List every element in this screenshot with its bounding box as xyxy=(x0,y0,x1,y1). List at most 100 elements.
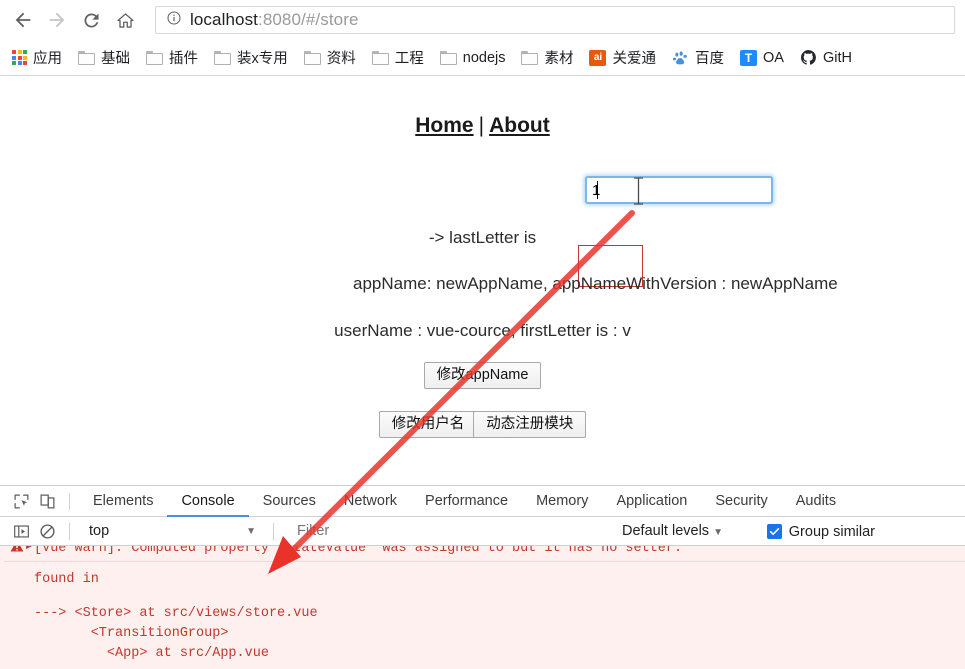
toolbar-divider xyxy=(69,522,70,540)
state-value-input[interactable] xyxy=(585,176,773,204)
register-module-button[interactable]: 动态注册模块 xyxy=(473,411,587,438)
console-component-trace: ---> <Store> at src/views/store.vue <Tra… xyxy=(34,606,318,661)
console-message-detail: found in ---> <Store> at src/views/store… xyxy=(4,570,965,664)
folder-icon xyxy=(303,50,321,65)
bookmark-label: nodejs xyxy=(462,49,506,66)
bookmark-label: 百度 xyxy=(694,51,724,67)
bookmark-label: 资料 xyxy=(326,51,356,67)
reload-icon xyxy=(81,10,102,31)
toolbar-divider xyxy=(69,492,70,510)
chevron-down-icon: ▼ xyxy=(713,527,723,538)
bookmark-baidu[interactable]: 百度 xyxy=(672,47,724,68)
tab-sources[interactable]: Sources xyxy=(249,486,330,517)
home-icon xyxy=(115,10,136,31)
toolbar-divider xyxy=(273,522,274,540)
console-warning-text: [Vue warn]: Computed property "stateValu… xyxy=(34,546,683,556)
console-found-in-text: found in xyxy=(34,572,99,587)
url-host: localhost xyxy=(190,10,258,29)
console-message-warning[interactable]: ▶ [Vue warn]: Computed property "stateVa… xyxy=(4,546,965,562)
text-caret xyxy=(597,181,598,199)
forward-button[interactable] xyxy=(40,3,74,37)
tab-performance[interactable]: Performance xyxy=(411,486,522,517)
bookmark-apps[interactable]: 应用 xyxy=(12,47,62,68)
url-path: :8080/#/store xyxy=(258,10,359,29)
inspect-element-icon[interactable] xyxy=(8,489,34,513)
chevron-down-icon: ▼ xyxy=(246,525,256,537)
home-button[interactable] xyxy=(108,3,142,37)
checkbox-checked-icon xyxy=(766,524,782,539)
bookmark-folder-zhuangx[interactable]: 装x专用 xyxy=(214,47,288,68)
bookmark-github[interactable]: GitH xyxy=(800,49,852,66)
bookmark-label: 素材 xyxy=(544,51,574,67)
bookmark-label: 插件 xyxy=(169,51,198,67)
tab-network[interactable]: Network xyxy=(330,486,411,517)
folder-icon xyxy=(521,50,539,65)
folder-icon xyxy=(214,50,231,65)
bookmark-folder-nodejs[interactable]: nodejs xyxy=(439,49,506,66)
bookmark-folder-chajian[interactable]: 插件 xyxy=(146,47,198,68)
bookmark-folder-jichu[interactable]: 基础 xyxy=(78,47,130,68)
console-sidebar-icon[interactable] xyxy=(8,519,34,543)
folder-icon xyxy=(146,50,163,65)
console-toolbar: top ▼ Default levels ▼ Group similar xyxy=(0,517,965,546)
group-similar-toggle[interactable]: Group similar xyxy=(766,517,875,546)
device-toolbar-icon[interactable] xyxy=(34,489,60,513)
browser-chrome: localhost:8080/#/store 应用 基础 插件 装x专用 资料 … xyxy=(0,0,965,76)
nav-separator: | xyxy=(478,114,485,137)
tab-elements[interactable]: Elements xyxy=(79,486,167,517)
bookmark-label: GitH xyxy=(822,49,852,66)
button-row-2: 修改用户名 动态注册模块 xyxy=(0,411,965,438)
back-button[interactable] xyxy=(6,3,40,37)
bookmarks-bar: 应用 基础 插件 装x专用 资料 工程 nodejs 素材 ai 关爱通 百度 … xyxy=(0,40,965,75)
button-row-1: 修改appName xyxy=(0,362,965,389)
console-output[interactable]: ▶ [Vue warn]: Computed property "stateVa… xyxy=(0,546,965,669)
execution-context-select[interactable]: top ▼ xyxy=(79,523,264,539)
t-square-icon: T xyxy=(739,49,757,66)
user-name-line: userName : vue-cource, firstLetter is : … xyxy=(334,321,631,340)
ibeam-cursor-icon xyxy=(633,176,644,206)
folder-icon xyxy=(371,50,389,65)
bookmark-label: 关爱通 xyxy=(612,51,656,67)
devtools-tabbar: Elements Console Sources Network Perform… xyxy=(0,486,965,517)
change-user-name-button[interactable]: 修改用户名 xyxy=(378,411,478,438)
text-input-wrapper xyxy=(585,176,773,206)
tab-console[interactable]: Console xyxy=(167,486,248,517)
log-levels-label: Default levels xyxy=(622,523,710,539)
browser-window: localhost:8080/#/store 应用 基础 插件 装x专用 资料 … xyxy=(0,0,965,669)
arrow-left-icon xyxy=(12,9,34,31)
tab-application[interactable]: Application xyxy=(602,486,701,517)
bookmark-guanaitong[interactable]: ai 关爱通 xyxy=(589,47,656,68)
console-filter-input[interactable] xyxy=(295,522,545,540)
bookmark-folder-sucai[interactable]: 素材 xyxy=(521,47,573,68)
app-nav-links: Home | About xyxy=(0,114,965,138)
bookmark-folder-ziliao[interactable]: 资料 xyxy=(303,47,356,68)
tab-audits[interactable]: Audits xyxy=(782,486,850,517)
bookmark-oa[interactable]: T OA xyxy=(739,49,784,66)
github-icon xyxy=(800,49,817,66)
reload-button[interactable] xyxy=(74,3,108,37)
address-bar[interactable]: localhost:8080/#/store xyxy=(155,6,955,34)
nav-link-home[interactable]: Home xyxy=(415,114,473,137)
app-name-line: appName: newAppName, appNameWithVersion … xyxy=(353,274,838,293)
devtools-panel: Elements Console Sources Network Perform… xyxy=(0,485,965,669)
bookmark-label: 工程 xyxy=(394,51,424,67)
bookmark-label: OA xyxy=(762,49,784,66)
tab-memory[interactable]: Memory xyxy=(522,486,602,517)
expand-triangle-icon[interactable]: ▶ xyxy=(26,546,33,551)
clear-console-icon[interactable] xyxy=(34,519,60,543)
tab-security[interactable]: Security xyxy=(701,486,781,517)
arrow-right-icon xyxy=(46,9,68,31)
bookmark-label: 基础 xyxy=(101,51,130,67)
folder-icon xyxy=(78,50,95,65)
bookmark-label: 应用 xyxy=(33,51,62,67)
info-circle-icon[interactable] xyxy=(166,10,182,31)
change-app-name-button[interactable]: 修改appName xyxy=(423,362,542,389)
group-similar-label: Group similar xyxy=(788,523,875,540)
nav-link-about[interactable]: About xyxy=(489,114,550,137)
ai-square-icon: ai xyxy=(589,49,607,66)
apps-grid-icon xyxy=(12,50,27,65)
last-letter-line: -> lastLetter is xyxy=(428,228,537,247)
bookmark-folder-gongcheng[interactable]: 工程 xyxy=(371,47,424,68)
execution-context-value: top xyxy=(89,523,110,539)
log-levels-select[interactable]: Default levels ▼ xyxy=(622,517,723,546)
